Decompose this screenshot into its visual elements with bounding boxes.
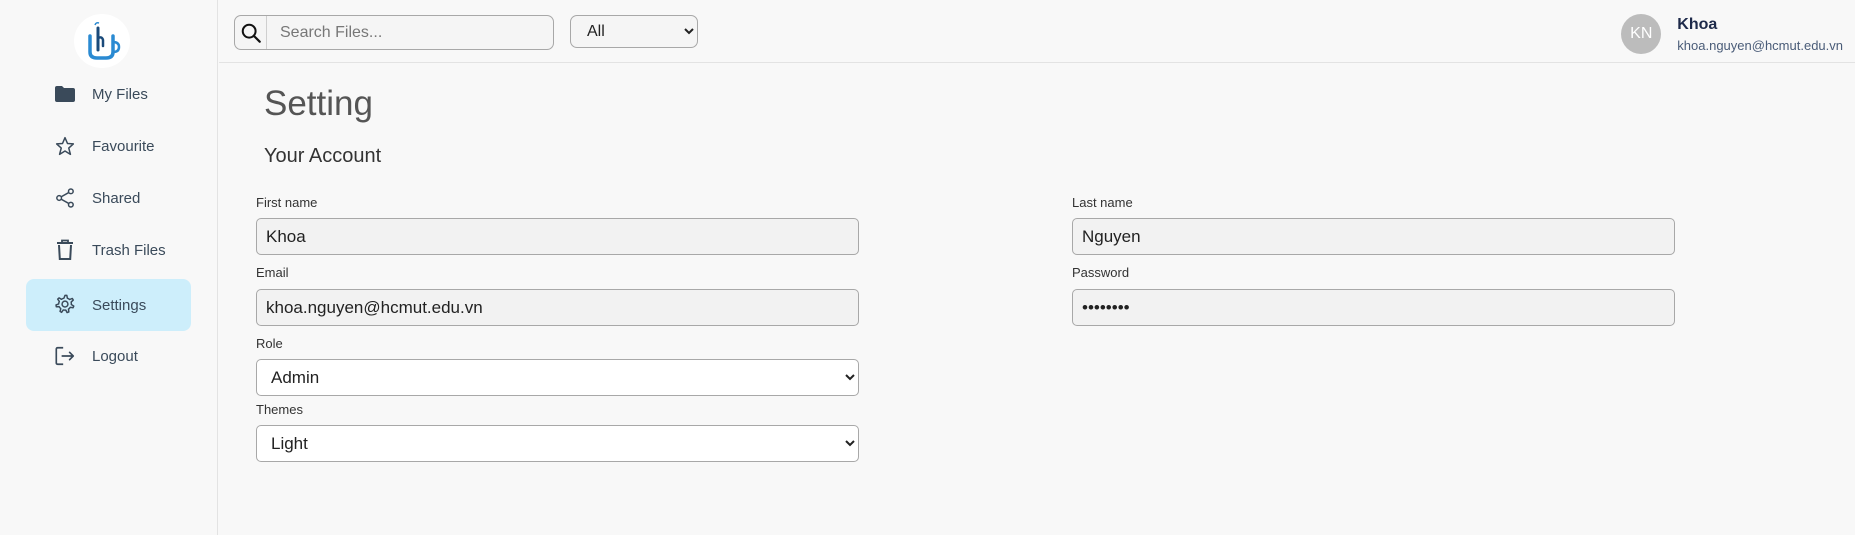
file-filter-select[interactable]: All: [570, 15, 698, 48]
trash-icon: [52, 237, 78, 263]
email-field[interactable]: [256, 289, 859, 326]
first-name-label: First name: [256, 195, 318, 210]
sidebar-item-settings[interactable]: Settings: [26, 279, 191, 331]
sidebar-item-label: My Files: [92, 85, 148, 103]
user-email: khoa.nguyen@hcmut.edu.vn: [1677, 37, 1843, 53]
last-name-field[interactable]: [1072, 218, 1675, 255]
sidebar: My Files Favourite Shared Trash Files Se…: [0, 0, 218, 535]
password-label: Password: [1072, 265, 1130, 280]
search-input[interactable]: [267, 17, 547, 48]
first-name-field[interactable]: [256, 218, 859, 255]
user-name: Khoa: [1677, 15, 1718, 33]
user-info: Khoa khoa.nguyen@hcmut.edu.vn: [1677, 16, 1843, 53]
page-title: Setting: [264, 84, 373, 123]
themes-select[interactable]: Light: [256, 425, 859, 462]
email-label: Email: [256, 265, 289, 280]
sidebar-item-label: Shared: [92, 189, 141, 207]
sidebar-item-shared[interactable]: Shared: [26, 172, 191, 224]
gear-icon: [52, 292, 78, 318]
sidebar-item-favourite[interactable]: Favourite: [26, 120, 191, 172]
sidebar-item-logout[interactable]: Logout: [26, 330, 191, 382]
star-icon: [52, 133, 78, 159]
sidebar-item-label: Settings: [92, 296, 147, 314]
search-icon[interactable]: [235, 16, 267, 49]
logout-icon: [52, 343, 78, 369]
section-title: Your Account: [264, 145, 382, 167]
sidebar-item-label: Trash Files: [92, 241, 166, 259]
password-field[interactable]: [1072, 289, 1675, 326]
sidebar-item-trash-files[interactable]: Trash Files: [26, 224, 191, 276]
role-select[interactable]: Admin: [256, 359, 859, 396]
folder-icon: [52, 81, 78, 107]
topbar: All KN Khoa khoa.nguyen@hcmut.edu.vn: [219, 0, 1855, 63]
logo-icon: [88, 22, 121, 60]
app-logo[interactable]: [74, 14, 130, 68]
share-icon: [52, 185, 78, 211]
role-label: Role: [256, 336, 283, 351]
avatar[interactable]: KN: [1621, 14, 1662, 54]
sidebar-item-my-files[interactable]: My Files: [26, 68, 191, 120]
themes-label: Themes: [256, 402, 303, 417]
sidebar-item-label: Favourite: [92, 137, 155, 155]
user-profile[interactable]: KN Khoa khoa.nguyen@hcmut.edu.vn: [1621, 14, 1843, 54]
search-box[interactable]: [234, 15, 554, 50]
last-name-label: Last name: [1072, 195, 1133, 210]
sidebar-item-label: Logout: [92, 347, 138, 365]
